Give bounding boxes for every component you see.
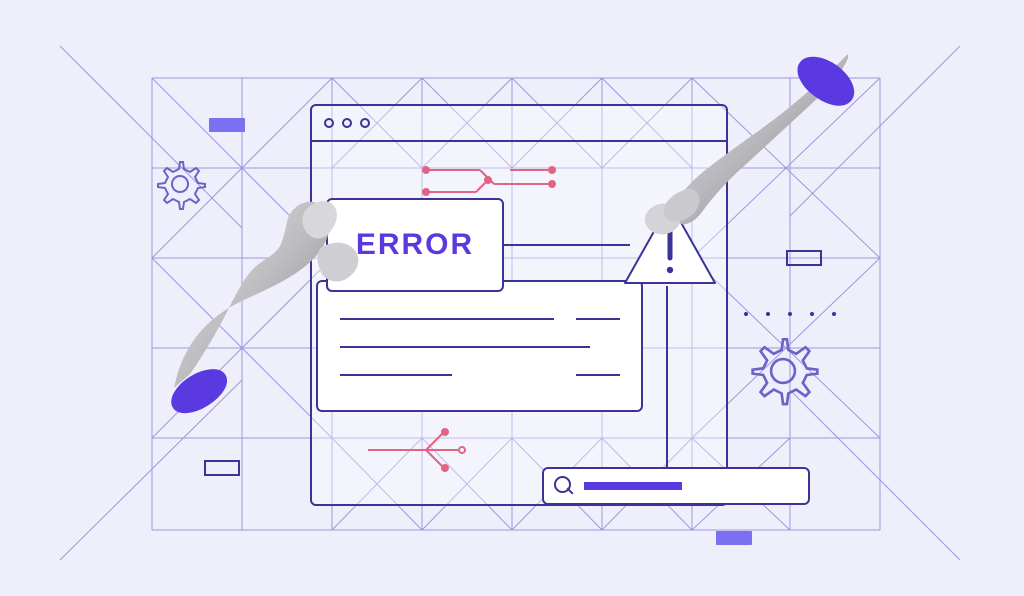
hand-right-illustration: [588, 54, 848, 244]
connector-line: [500, 244, 630, 246]
hand-left-illustration: [174, 198, 364, 398]
magnifier-icon: [554, 476, 574, 496]
gear-icon: [746, 334, 820, 408]
circuit-trace-icon: [368, 426, 478, 474]
error-label: ERROR: [356, 230, 474, 260]
content-panel: [316, 280, 643, 412]
window-control-icon: [324, 118, 334, 128]
illustration-stage: ERROR: [0, 0, 1024, 596]
connector-line: [666, 286, 668, 468]
progress-fill: [584, 482, 682, 490]
circuit-trace-icon: [420, 162, 570, 202]
accent-block: [209, 118, 245, 132]
dot-row: [744, 312, 836, 316]
outline-block: [204, 460, 240, 476]
window-control-icon: [360, 118, 370, 128]
search-progress-bar: [542, 467, 810, 505]
progress-track: [584, 482, 796, 490]
accent-block: [716, 531, 752, 545]
outline-block: [786, 250, 822, 266]
window-control-icon: [342, 118, 352, 128]
